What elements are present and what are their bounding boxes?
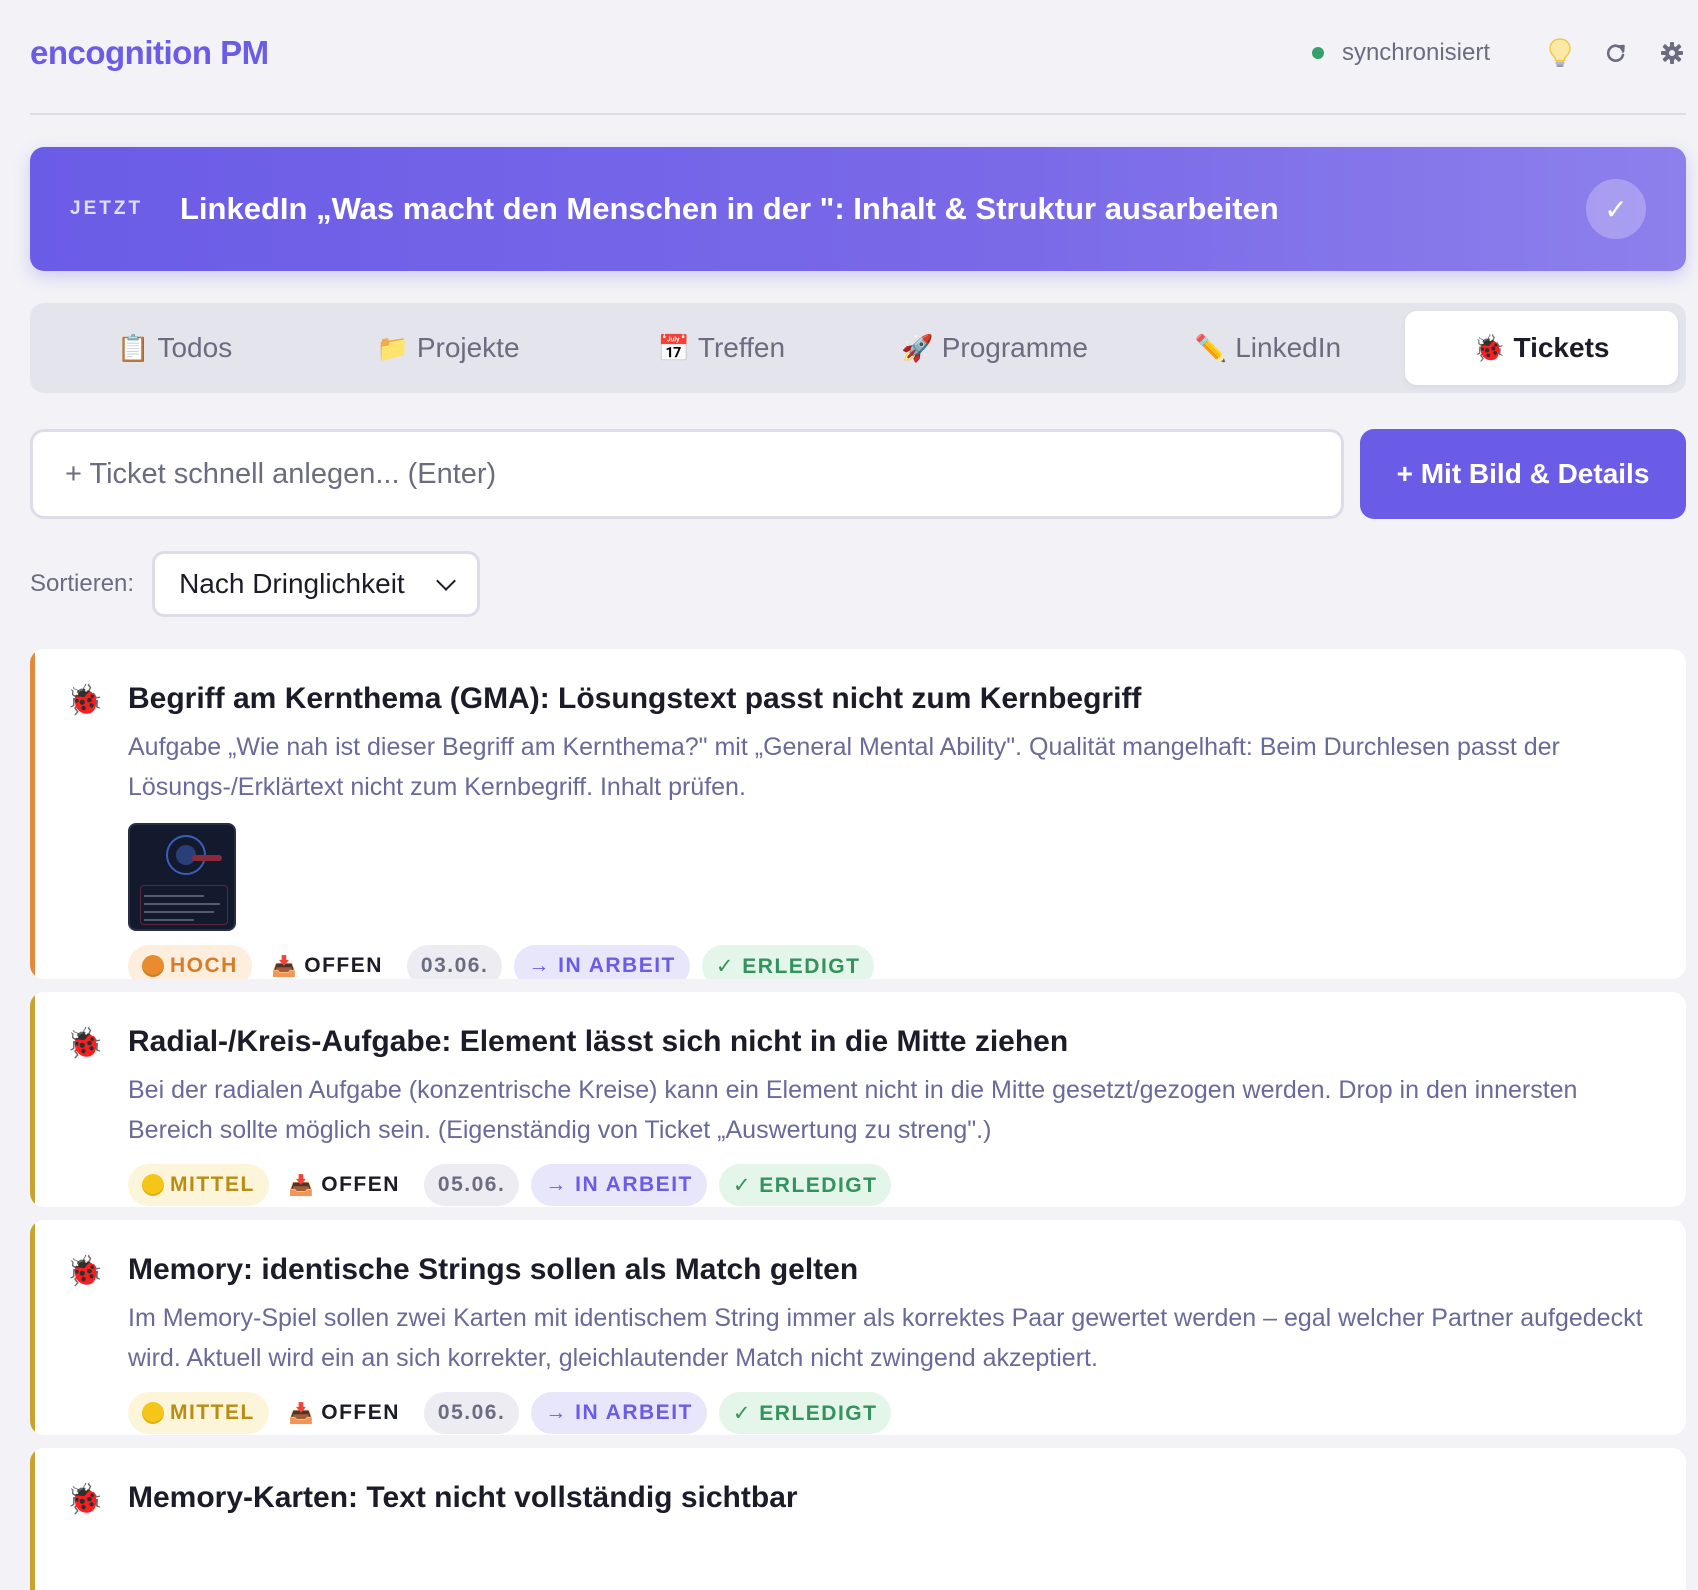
date-badge: 03.06.: [406, 945, 503, 979]
inbox-tray-icon: 📥: [288, 1402, 316, 1425]
ticket-badges: MITTEL 📥 OFFEN 05.06. → IN ARBEIT ✓ ERLED…: [128, 1392, 1646, 1434]
gear-icon[interactable]: [1658, 39, 1686, 67]
ticket-card[interactable]: 🐞 Memory-Karten: Text nicht vollständig …: [30, 1448, 1686, 1590]
set-done-button[interactable]: ✓ ERLEDIGT: [718, 1164, 892, 1206]
folder-icon: 📁: [376, 332, 409, 363]
set-done-button[interactable]: ✓ ERLEDIGT: [701, 945, 875, 979]
ticket-title: Memory-Karten: Text nicht vollständig si…: [128, 1481, 798, 1514]
date-badge: 05.06.: [423, 1392, 520, 1434]
set-done-button[interactable]: ✓ ERLEDIGT: [718, 1392, 892, 1434]
calendar-icon: 📅: [657, 332, 690, 363]
tab-label: Treffen: [697, 332, 786, 363]
yellow-circle-icon: [142, 1402, 164, 1424]
priority-badge[interactable]: HOCH: [128, 945, 252, 979]
ticket-description: Aufgabe „Wie nah ist dieser Begriff am K…: [128, 733, 1560, 801]
bug-icon: 🐞: [66, 1255, 104, 1288]
priority-badge[interactable]: MITTEL: [128, 1164, 269, 1206]
quick-add-row: + Mit Bild & Details: [30, 429, 1686, 519]
ticket-badges: MITTEL 📥 OFFEN 05.06. → IN ARBEIT ✓ ERLED…: [128, 1164, 1646, 1206]
sort-select[interactable]: Nach Dringlichkeit: [152, 551, 481, 617]
quick-ticket-input[interactable]: [30, 429, 1344, 519]
sync-status-text: synchronisiert: [1341, 38, 1490, 66]
ticket-card[interactable]: 🐞 Begriff am Kernthema (GMA): Lösungstex…: [30, 649, 1686, 979]
set-in-progress-button[interactable]: → IN ARBEIT: [514, 945, 690, 979]
clipboard-icon: 📋: [117, 332, 150, 363]
tab-label: Todos: [157, 332, 233, 363]
tab-programme[interactable]: 🚀 Programme: [858, 311, 1131, 385]
tab-tickets[interactable]: 🐞 Tickets: [1404, 311, 1678, 385]
current-focus-banner: JETZT LinkedIn „Was macht den Menschen i…: [30, 147, 1686, 271]
pencil-icon: ✏️: [1194, 332, 1228, 363]
sort-row: Sortieren: Nach Dringlichkeit: [30, 551, 1686, 617]
tab-label: Tickets: [1513, 332, 1610, 363]
tab-linkedin[interactable]: ✏️ LinkedIn: [1131, 311, 1404, 385]
yellow-circle-icon: [142, 1174, 164, 1196]
ticket-description: Bei der radialen Aufgabe (konzentrische …: [128, 1076, 1578, 1144]
ticket-list: 🐞 Begriff am Kernthema (GMA): Lösungstex…: [30, 649, 1686, 1590]
tab-projekte[interactable]: 📁 Projekte: [311, 311, 584, 385]
sync-status-dot: [1311, 46, 1324, 59]
status-badge: 📥 OFFEN: [288, 1173, 400, 1197]
ticket-title: Radial-/Kreis-Aufgabe: Element lässt sic…: [128, 1025, 1069, 1058]
status-badge: 📥 OFFEN: [288, 1401, 400, 1425]
tab-todos[interactable]: 📋 Todos: [38, 311, 311, 385]
bug-icon: 🐞: [66, 1483, 104, 1516]
complete-now-button[interactable]: ✓: [1586, 179, 1646, 239]
app-header: encognition PM synchronisiert: [30, 0, 1686, 115]
sort-label: Sortieren:: [30, 570, 135, 597]
orange-circle-icon: [142, 955, 164, 977]
refresh-icon[interactable]: [1602, 39, 1630, 67]
chevron-down-icon: [436, 571, 456, 591]
sort-selected-value: Nach Dringlichkeit: [179, 568, 405, 599]
now-title[interactable]: LinkedIn „Was macht den Menschen in der …: [180, 191, 1586, 227]
tab-label: Programme: [941, 332, 1088, 363]
inbox-tray-icon: 📥: [288, 1174, 316, 1197]
set-in-progress-button[interactable]: → IN ARBEIT: [531, 1392, 707, 1434]
bug-icon: 🐞: [66, 684, 104, 717]
tab-label: LinkedIn: [1235, 332, 1342, 363]
rocket-icon: 🚀: [901, 332, 934, 363]
date-badge: 05.06.: [423, 1164, 520, 1206]
brand-title: encognition PM: [30, 33, 269, 71]
app-root: encognition PM synchronisiert JETZT Link…: [30, 0, 1686, 1590]
lightbulb-icon[interactable]: [1546, 37, 1574, 67]
main-tabs: 📋 Todos 📁 Projekte 📅 Treffen 🚀 Programme…: [30, 303, 1686, 393]
ticket-title: Begriff am Kernthema (GMA): Lösungstext …: [128, 682, 1142, 715]
ticket-badges: HOCH 📥 OFFEN 03.06. → IN ARBEIT ✓ ERLEDIG…: [128, 945, 1646, 979]
ticket-screenshot-thumbnail[interactable]: [128, 823, 236, 931]
now-label: JETZT: [70, 198, 144, 219]
tab-label: Projekte: [416, 332, 520, 363]
ticket-title: Memory: identische Strings sollen als Ma…: [128, 1253, 859, 1286]
ticket-card[interactable]: 🐞 Radial-/Kreis-Aufgabe: Element lässt s…: [30, 992, 1686, 1207]
add-ticket-details-button[interactable]: + Mit Bild & Details: [1360, 429, 1686, 519]
priority-badge[interactable]: MITTEL: [128, 1392, 269, 1434]
ticket-card[interactable]: 🐞 Memory: identische Strings sollen als …: [30, 1220, 1686, 1435]
inbox-tray-icon: 📥: [271, 955, 299, 978]
bug-icon: 🐞: [1473, 332, 1506, 363]
bug-icon: 🐞: [66, 1027, 104, 1060]
header-actions: synchronisiert: [1311, 37, 1686, 67]
status-badge: 📥 OFFEN: [271, 954, 383, 978]
ticket-description: Im Memory-Spiel sollen zwei Karten mit i…: [128, 1304, 1643, 1372]
set-in-progress-button[interactable]: → IN ARBEIT: [531, 1164, 707, 1206]
tab-treffen[interactable]: 📅 Treffen: [585, 311, 858, 385]
